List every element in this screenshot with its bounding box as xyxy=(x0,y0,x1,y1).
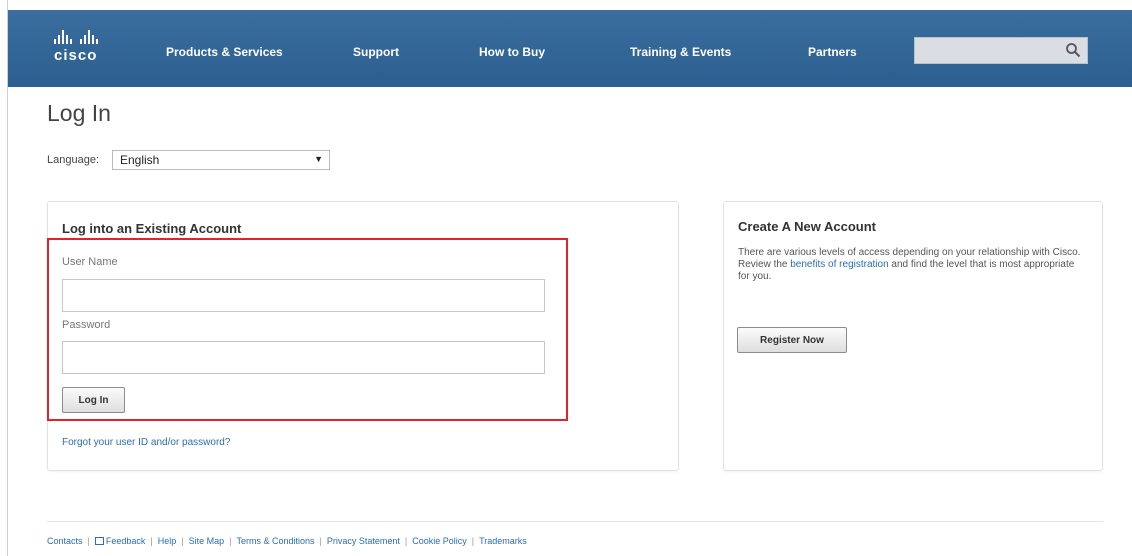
footer-privacy-link[interactable]: Privacy Statement xyxy=(327,536,400,546)
password-input[interactable] xyxy=(62,341,545,374)
benefits-of-registration-link[interactable]: benefits of registration xyxy=(790,259,888,270)
footer-divider xyxy=(47,521,1103,522)
cisco-logo[interactable]: cisco xyxy=(54,30,114,70)
username-input[interactable] xyxy=(62,279,545,312)
language-select[interactable]: English ▼ xyxy=(112,150,330,170)
login-heading: Log into an Existing Account xyxy=(62,221,242,236)
footer-terms-link[interactable]: Terms & Conditions xyxy=(236,536,314,546)
footer-trademarks-link[interactable]: Trademarks xyxy=(479,536,527,546)
footer-site-map-link[interactable]: Site Map xyxy=(189,536,225,546)
search-box xyxy=(914,37,1088,64)
register-now-button[interactable]: Register Now xyxy=(737,327,847,353)
footer-contacts-link[interactable]: Contacts xyxy=(47,536,83,546)
search-input[interactable] xyxy=(915,38,1065,63)
nav-support[interactable]: Support xyxy=(353,45,399,59)
dropdown-arrow-icon: ▼ xyxy=(314,154,323,164)
footer-cookie-policy-link[interactable]: Cookie Policy xyxy=(412,536,467,546)
nav-products-services[interactable]: Products & Services xyxy=(166,45,283,59)
footer-help-link[interactable]: Help xyxy=(158,536,177,546)
create-account-heading: Create A New Account xyxy=(738,219,876,234)
create-account-description: There are various levels of access depen… xyxy=(738,247,1088,283)
global-header: cisco Products & Services Support How to… xyxy=(8,10,1132,87)
username-label: User Name xyxy=(62,256,118,268)
highlight-box xyxy=(47,238,568,421)
language-selected-value: English xyxy=(120,153,160,167)
nav-how-to-buy[interactable]: How to Buy xyxy=(479,45,545,59)
language-label: Language: xyxy=(47,154,99,166)
nav-partners[interactable]: Partners xyxy=(808,45,857,59)
nav-training-events[interactable]: Training & Events xyxy=(630,45,731,59)
cisco-logo-bars-icon xyxy=(54,30,114,44)
forgot-credentials-link[interactable]: Forgot your user ID and/or password? xyxy=(62,437,230,448)
magnifier-icon[interactable] xyxy=(1065,42,1081,58)
page-title: Log In xyxy=(47,100,111,126)
footer-feedback-link[interactable]: Feedback xyxy=(106,536,146,546)
footer-links: Contacts | Feedback | Help | Site Map | Terms & … xyxy=(47,536,527,546)
cisco-logo-text: cisco xyxy=(54,47,98,64)
password-label: Password xyxy=(62,319,111,331)
feedback-icon xyxy=(94,537,104,545)
login-button[interactable]: Log In xyxy=(62,387,125,413)
